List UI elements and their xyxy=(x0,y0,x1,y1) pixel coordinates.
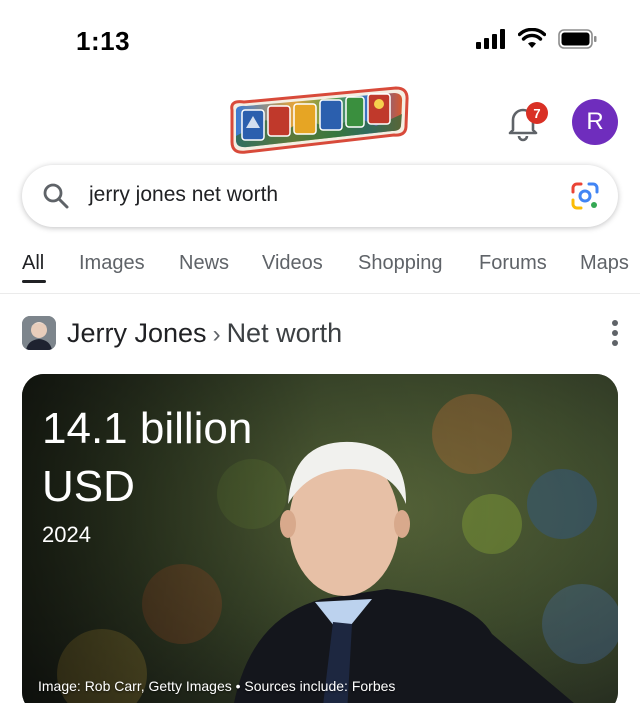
tab-all[interactable]: All xyxy=(22,252,44,275)
net-worth-year: 2024 xyxy=(42,522,91,547)
notification-count-badge: 7 xyxy=(526,102,548,124)
google-lens-icon[interactable] xyxy=(570,181,600,211)
search-icon xyxy=(43,183,69,209)
status-icons xyxy=(476,28,598,50)
tab-images[interactable]: Images xyxy=(79,252,145,275)
account-avatar[interactable]: R xyxy=(572,99,618,145)
tab-shopping[interactable]: Shopping xyxy=(358,252,443,275)
tab-forums[interactable]: Forums xyxy=(479,252,547,275)
entity-attribute: Net worth xyxy=(226,318,343,348)
battery-icon xyxy=(558,29,597,49)
status-bar: 1:13 xyxy=(0,0,640,80)
image-credit: Image: Rob Carr, Getty Images • Sources … xyxy=(38,678,396,694)
search-input[interactable]: jerry jones net worth xyxy=(89,183,278,207)
status-time: 1:13 xyxy=(76,26,131,56)
net-worth-currency: USD xyxy=(42,462,135,511)
entity-thumbnail[interactable] xyxy=(22,316,56,350)
entity-title[interactable]: Jerry Jones › Net worth xyxy=(67,318,342,349)
net-worth-card[interactable]: 14.1 billion USD 2024 Image: Rob Carr, G… xyxy=(22,374,618,703)
wifi-icon xyxy=(518,28,546,48)
search-box[interactable]: jerry jones net worth xyxy=(22,165,618,227)
net-worth-value: 14.1 billion xyxy=(42,404,253,453)
breadcrumb-separator: › xyxy=(212,321,221,348)
tab-videos[interactable]: Videos xyxy=(262,252,323,275)
tab-news[interactable]: News xyxy=(179,252,229,275)
tab-maps[interactable]: Maps xyxy=(580,252,629,275)
entity-name[interactable]: Jerry Jones xyxy=(67,318,207,348)
more-options-icon[interactable] xyxy=(604,318,626,348)
active-tab-indicator xyxy=(22,280,46,283)
google-doodle-logo[interactable] xyxy=(226,80,410,162)
search-tabs: All Images News Videos Shopping Forums M… xyxy=(0,244,640,294)
cellular-signal-icon xyxy=(476,29,505,49)
